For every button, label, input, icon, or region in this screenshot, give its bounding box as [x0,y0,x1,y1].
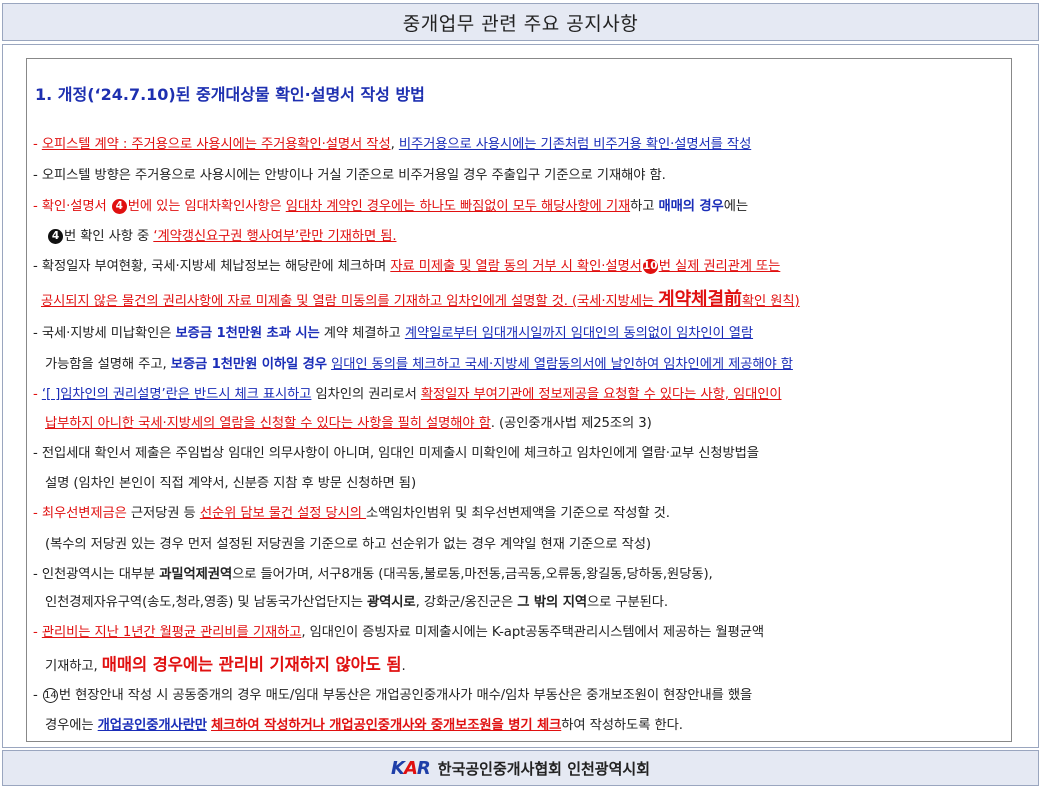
text-segment: 하여 작성하도록 한다. [561,718,683,733]
notice-line: 공시되지 않은 물건의 권리사항에 자료 미제출 및 열람 미동의를 기재하고 … [41,290,800,312]
text-segment: 가능함을 설명해 주고, [45,357,171,372]
text-segment: 임대인 동의를 체크하고 국세·지방세 열람동의서에 날인하여 임차인에게 제공… [331,357,793,372]
text-segment: : [118,137,132,152]
section-title: 1. 개정(‘24.7.10)된 중개대상물 확인·설명서 작성 방법 [35,85,425,104]
notice-line: - 최우선변제금은 근저당권 등 선순위 담보 물건 설정 당시의 소액임차인범… [33,504,670,524]
text-segment: 경우에는 [45,718,98,733]
circled-number-icon: 4 [111,199,127,214]
text-segment: 선순위 담보 물건 설정 당시의 [199,506,367,521]
text-segment: . (공인중개사법 제25조의 3) [490,416,652,431]
circled-number-icon: 14 [42,688,58,703]
logo-letter: A [403,757,418,779]
notice-line: - 확인·설명서 4 번에 있는 임대차확인사항은 임대차 계약인 경우에는 하나… [33,197,748,217]
text-segment: , 강화군/옹진군은 [415,595,518,610]
notice-line: - 오피스텔 방향은 주거용으로 사용시에는 안방이나 거실 기준으로 비주거용… [33,168,666,183]
notice-line: 4번 확인 사항 중 ‘계약갱신요구권 행사여부’란만 기재하면 됨. [47,227,397,247]
text-segment: 과밀억제권역 [159,567,233,582]
text-segment: 매매의 경우에는 관리비 기재하지 않아도 됨 [101,655,402,674]
text-segment: 계약일로부터 임대개시일까지 임대인의 동의없이 임차인이 열람 [404,326,754,341]
text-segment: . [401,659,406,674]
text-segment: 으로 구분된다. [587,595,669,610]
text-segment: , 임대인이 증빙자료 미제출시에는 K-apt공동주택관리시스템에서 제공하는… [301,625,765,640]
text-segment: 체크하여 작성하거나 개업공인중개사와 중개보조원을 병기 체크 [211,718,562,733]
circled-number-icon: 10 [642,259,658,274]
text-segment: 오피스텔 계약 [41,137,119,152]
notice-line: - 확정일자 부여현황, 국세·지방세 체납정보는 해당란에 체크하며 자료 미… [33,257,780,277]
text-segment: 번 실제 권리관계 또는 [658,259,781,274]
notice-line: (복수의 저당권 있는 경우 먼저 설정된 저당권을 기준으로 하고 선순위가 … [45,537,651,552]
circled-number-icon: 4 [48,229,63,244]
text-segment: 소액임차인범위 및 최우선변제액을 기준으로 작성할 것. [366,506,670,521]
logo-letter: R [416,757,431,779]
notice-line: 납부하지 아니한 국세·지방세의 열람을 신청할 수 있다는 사항을 필히 설명… [45,414,652,434]
text-segment: 인천경제자유구역(송도,청라,영종) 및 남동국가산업단지는 [45,595,368,610]
text-segment: - 최우선변제금은 [33,506,127,521]
text-segment: - [33,387,42,402]
text-segment: 계약 체결하고 [319,326,405,341]
notice-content: 1. 개정(‘24.7.10)된 중개대상물 확인·설명서 작성 방법 - 오피… [26,58,1012,742]
text-segment: 하고 [630,199,659,214]
text-segment: 번 확인 사항 중 [64,229,154,244]
text-segment: 근저당권 등 [126,506,200,521]
notice-line: - 전입세대 확인서 제출은 주임법상 임대인 의무사항이 아니며, 임대인 미… [33,446,759,461]
text-segment: 기재하고, [45,659,102,674]
notice-line: - 관리비는 지난 1년간 월평균 관리비를 기재하고, 임대인이 증빙자료 미… [33,623,764,643]
notice-line: 경우에는 개업공인중개사란만 체크하여 작성하거나 개업공인중개사와 중개보조원… [45,716,683,736]
notice-line: - 인천광역시는 대부분 과밀억제권역으로 들어가며, 서구8개동 (대곡동,불… [33,565,713,585]
text-segment: 번 현장안내 작성 시 공동중개의 경우 매도/임대 부동산은 개업공인중개사가… [58,688,753,703]
line-dash: - [33,137,42,152]
text-segment: 매매의 경우 [658,199,724,214]
text-segment: 계약체결前 [658,289,742,310]
notice-line: - 국세·지방세 미납확인은 보증금 1천만원 초과 시는 계약 체결하고 계약… [33,324,753,344]
text-segment: 개업공인중개사란만 [97,718,207,733]
text-segment: - 확인·설명서 [33,199,111,214]
text-segment: ‘[ ]임차인의 권리설명’란은 반드시 체크 표시하고 [41,387,312,402]
text-segment: 에는 [723,199,748,214]
text-segment: 주거용으로 사용시에는 주거용확인·설명서 작성 [131,137,391,152]
text-segment: 공시되지 않은 물건의 권리사항에 자료 미제출 및 열람 미동의를 기재하고 … [41,294,659,309]
text-segment: 확인 원칙) [741,294,800,309]
notice-line: 기재하고, 매매의 경우에는 관리비 기재하지 않아도 됨. [45,655,406,677]
notice-line: 설명 (임차인 본인이 직접 계약서, 신분증 지참 후 방문 신청하면 됨) [45,476,417,491]
text-segment: 비주거용으로 사용시에는 기존처럼 비주거용 확인·설명서를 작성 [398,137,752,152]
text-segment: 보증금 1천만원 초과 시는 [175,326,320,341]
text-segment: - 인천광역시는 대부분 [33,567,160,582]
text-segment: 임차인의 권리로서 [311,387,421,402]
header-bar: 중개업무 관련 주요 공지사항 [2,3,1039,41]
notice-line: - 오피스텔 계약 : 주거용으로 사용시에는 주거용확인·설명서 작성, 비주… [33,135,751,155]
text-segment: 보증금 1천만원 이하일 경우 [170,357,327,372]
text-segment: 그 밖의 지역 [517,595,587,610]
text-segment: - 확정일자 부여현황, 국세·지방세 체납정보는 해당란에 체크하며 [33,259,391,274]
text-segment: 광역시로 [367,595,416,610]
footer-bar: KAR 한국공인중개사협회 인천광역시회 [2,750,1039,786]
notice-line: - ‘[ ]임차인의 권리설명’란은 반드시 체크 표시하고 임차인의 권리로서… [33,385,782,405]
text-segment: 번에 있는 임대차확인사항은 [127,199,286,214]
page-title: 중개업무 관련 주요 공지사항 [402,12,639,35]
text-segment: 자료 미제출 및 열람 동의 거부 시 확인·설명서 [390,259,642,274]
organization-name: 한국공인중개사협회 인천광역시회 [437,759,650,778]
text-segment: - [33,688,42,703]
logo-letter: K [391,757,405,779]
text-segment: 관리비는 지난 1년간 월평균 관리비를 기재하고 [41,625,302,640]
notice-line: 가능함을 설명해 주고, 보증금 1천만원 이하일 경우 임대인 동의를 체크하… [45,355,793,375]
text-segment: ‘계약갱신요구권 행사여부’란만 기재하면 됨. [153,229,397,244]
text-segment: 으로 들어가며, 서구8개동 (대곡동,불로동,마전동,금곡동,오류동,왕길동,… [232,567,713,582]
text-segment: - [33,625,42,640]
kar-logo: KAR [391,757,431,779]
text-segment: 납부하지 아니한 국세·지방세의 열람을 신청할 수 있다는 사항을 필히 설명… [45,416,491,431]
notice-line: - 14 번 현장안내 작성 시 공동중개의 경우 매도/임대 부동산은 개업공인… [33,686,752,706]
text-segment: - 국세·지방세 미납확인은 [33,326,176,341]
text-segment: 임대차 계약인 경우에는 하나도 빠짐없이 모두 해당사항에 기재 [285,199,631,214]
notice-line: 인천경제자유구역(송도,청라,영종) 및 남동국가산업단지는 광역시로, 강화군… [45,593,668,613]
text-segment: , [390,137,399,152]
text-segment: 확정일자 부여기관에 정보제공을 요청할 수 있다는 사항, 임대인이 [420,387,782,402]
